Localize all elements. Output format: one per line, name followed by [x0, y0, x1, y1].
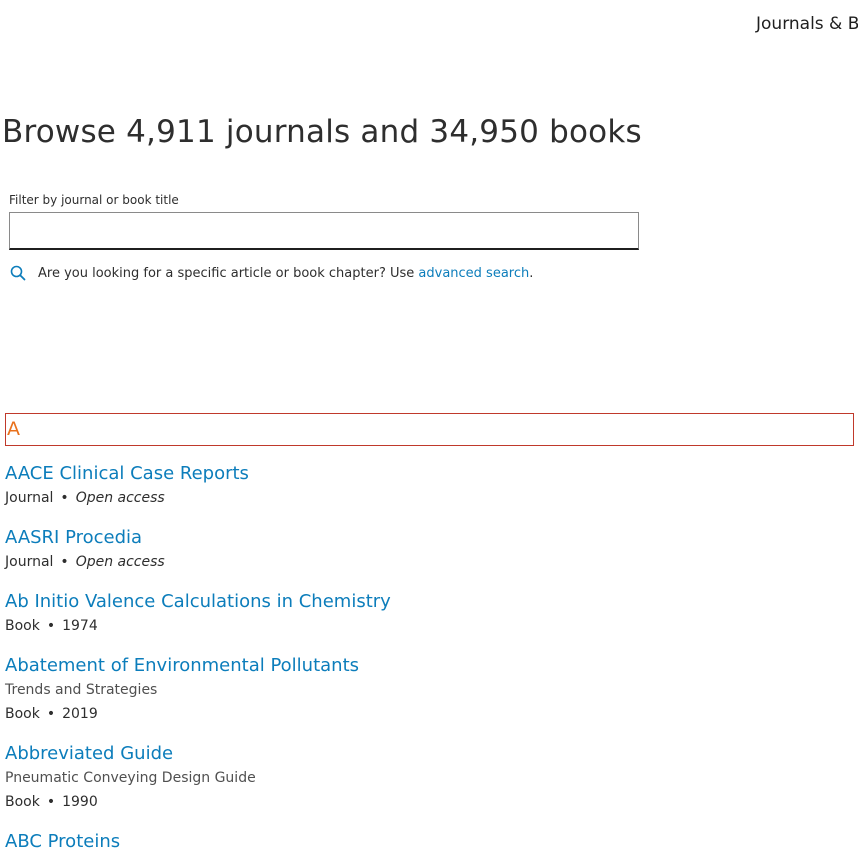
separator-dot: •	[60, 554, 69, 570]
nav-journals-books-link[interactable]: Journals & B	[756, 14, 858, 34]
item-access: Open access	[75, 554, 165, 570]
list-item: AASRI Procedia Journal • Open access	[5, 526, 845, 574]
item-title-link[interactable]: AASRI Procedia	[5, 526, 845, 550]
separator-dot: •	[46, 794, 56, 810]
item-meta: Book • 1990	[5, 790, 845, 814]
item-title-link[interactable]: Abatement of Environmental Pollutants	[5, 654, 845, 678]
list-item: Abatement of Environmental Pollutants Tr…	[5, 654, 845, 726]
item-type: Journal	[5, 554, 54, 570]
letter-section-header: A	[5, 413, 854, 446]
item-title-link[interactable]: AACE Clinical Case Reports	[5, 462, 845, 486]
item-meta: Book • 2019	[5, 702, 845, 726]
item-year: 1990	[62, 794, 98, 810]
title-list: AACE Clinical Case Reports Journal • Open …	[5, 462, 845, 858]
item-meta: Journal • Open access	[5, 550, 845, 574]
separator-dot: •	[60, 490, 69, 506]
separator-dot: •	[46, 706, 56, 722]
item-type: Journal	[5, 490, 54, 506]
item-type: Book	[5, 794, 40, 810]
separator-dot: •	[46, 618, 56, 634]
item-access: Open access	[75, 490, 165, 506]
item-meta: Book • 1974	[5, 614, 845, 638]
search-icon	[10, 265, 26, 281]
filter-label: Filter by journal or book title	[9, 193, 179, 207]
item-meta: Journal • Open access	[5, 486, 845, 510]
item-subtitle: Trends and Strategies	[5, 682, 158, 698]
page-title: Browse 4,911 journals and 34,950 books	[2, 114, 642, 150]
page: Journals & B Browse 4,911 journals and 3…	[0, 0, 858, 858]
hint-text: Are you looking for a specific article o…	[38, 265, 415, 281]
advanced-search-hint: Are you looking for a specific article o…	[10, 265, 533, 281]
item-title-link[interactable]: ABC Proteins	[5, 830, 845, 854]
list-item: Ab Initio Valence Calculations in Chemis…	[5, 590, 845, 638]
hint-end: .	[529, 265, 534, 281]
item-type: Book	[5, 618, 40, 634]
list-item: Abbreviated Guide Pneumatic Conveying De…	[5, 742, 845, 814]
item-type: Book	[5, 706, 40, 722]
item-title-link[interactable]: Ab Initio Valence Calculations in Chemis…	[5, 590, 845, 614]
filter-input[interactable]	[9, 212, 639, 250]
advanced-search-link[interactable]: advanced search	[418, 266, 529, 281]
item-title-link[interactable]: Abbreviated Guide	[5, 742, 845, 766]
item-year: 2019	[62, 706, 98, 722]
item-year: 1974	[62, 618, 98, 634]
list-item: AACE Clinical Case Reports Journal • Open …	[5, 462, 845, 510]
list-item: ABC Proteins	[5, 830, 845, 854]
item-subtitle: Pneumatic Conveying Design Guide	[5, 770, 256, 786]
